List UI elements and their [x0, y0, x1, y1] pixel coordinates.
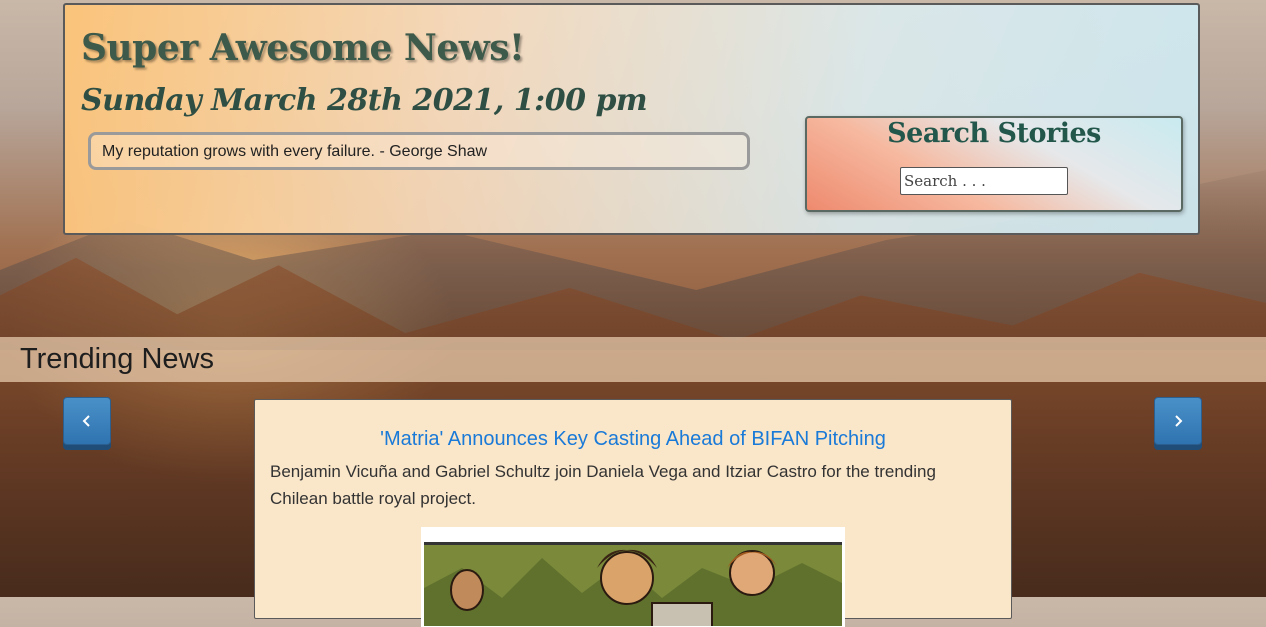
carousel-prev-button[interactable] — [63, 397, 111, 445]
header-panel: Super Awesome News! Sunday March 28th 20… — [63, 3, 1200, 235]
story-title-link[interactable]: 'Matria' Announces Key Casting Ahead of … — [255, 428, 1011, 451]
trending-title: Trending News — [20, 343, 214, 375]
chevron-right-icon — [1175, 415, 1183, 427]
search-panel: Search Stories — [805, 116, 1183, 212]
story-card: 'Matria' Announces Key Casting Ahead of … — [254, 399, 1012, 627]
story-image — [421, 527, 845, 627]
quote-text: My reputation grows with every failure. … — [102, 143, 488, 160]
carousel-next-button[interactable] — [1154, 397, 1202, 445]
search-title: Search Stories — [887, 118, 1101, 149]
search-input[interactable] — [900, 167, 1068, 195]
story-summary: Benjamin Vicuña and Gabriel Schultz join… — [270, 462, 936, 508]
current-date-time: Sunday March 28th 2021, 1:00 pm — [81, 83, 648, 118]
trending-section-header: Trending News — [0, 337, 1266, 382]
chevron-left-icon — [82, 415, 90, 427]
quote-box: My reputation grows with every failure. … — [88, 132, 750, 170]
site-title: Super Awesome News! — [81, 27, 525, 69]
